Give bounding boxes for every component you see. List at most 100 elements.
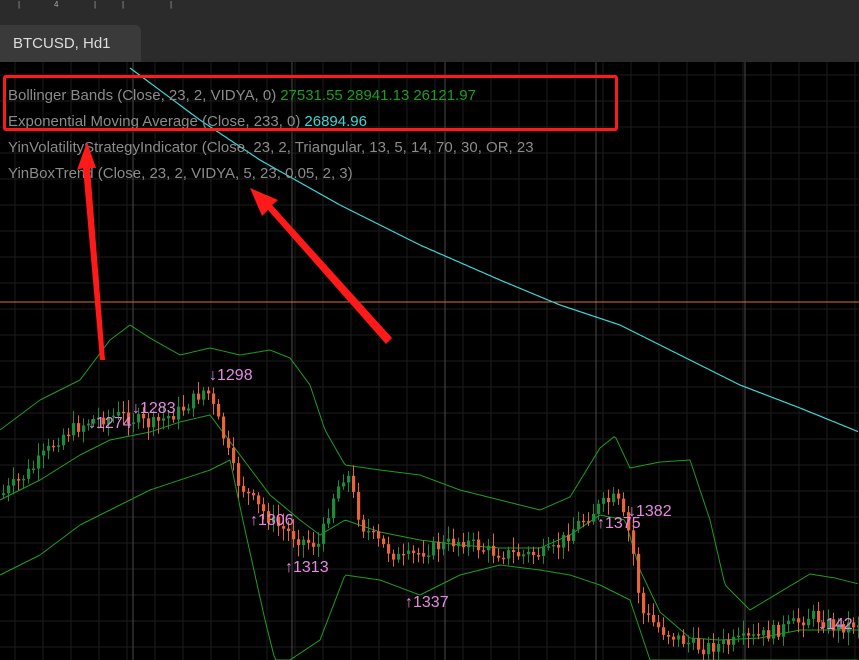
candle-bear bbox=[67, 434, 71, 437]
candle-bull bbox=[577, 520, 581, 530]
candle-bull bbox=[707, 643, 711, 655]
candle-bull bbox=[507, 550, 511, 559]
candle-bull bbox=[27, 468, 31, 479]
candle-bear bbox=[292, 531, 296, 540]
candle-bear bbox=[402, 553, 406, 556]
candle-bear bbox=[377, 531, 381, 539]
candle-bull bbox=[472, 539, 476, 542]
candle-bear bbox=[567, 534, 571, 541]
signal-label-down: ↓1283 bbox=[132, 400, 176, 417]
candle-bear bbox=[667, 634, 671, 637]
candle-bear bbox=[312, 542, 316, 547]
candle-bear bbox=[727, 639, 731, 645]
candle-bear bbox=[77, 423, 81, 432]
candle-bear bbox=[52, 445, 56, 448]
candle-bear bbox=[352, 475, 356, 492]
candle-bear bbox=[157, 417, 161, 421]
candle-bull bbox=[7, 485, 11, 494]
candle-bear bbox=[207, 390, 211, 394]
candle-bear bbox=[462, 541, 466, 548]
candle-bear bbox=[382, 538, 386, 545]
candle-bull bbox=[432, 541, 436, 556]
candle-bull bbox=[332, 498, 336, 519]
candle-bear bbox=[227, 438, 231, 448]
candle-bull bbox=[42, 450, 46, 456]
candle-bear bbox=[802, 622, 806, 626]
candle-bear bbox=[537, 555, 541, 557]
candle-bull bbox=[487, 545, 491, 551]
candle-bull bbox=[192, 393, 196, 409]
candle-bull bbox=[752, 634, 756, 636]
signal-label-up: ↑1313 bbox=[285, 559, 329, 576]
legend-yinbox-label: YinBoxTrend (Close, 23, 2, VIDYA, 5, 23,… bbox=[8, 165, 353, 182]
candle-bull bbox=[152, 417, 156, 428]
candle-bull bbox=[367, 530, 371, 533]
candle-bear bbox=[662, 627, 666, 635]
candle-bear bbox=[232, 447, 236, 464]
signal-label-up: ↑1337 bbox=[405, 594, 449, 611]
candle-bull bbox=[602, 497, 606, 504]
ruler-tick-label: 4 bbox=[54, 0, 59, 9]
candle-bull bbox=[442, 541, 446, 550]
candle-bull bbox=[62, 434, 66, 446]
candle-bear bbox=[17, 479, 21, 481]
candle-bull bbox=[407, 550, 411, 554]
candle-bear bbox=[482, 550, 486, 552]
candle-bull bbox=[37, 455, 41, 469]
candle-bull bbox=[132, 422, 136, 424]
candle-bear bbox=[657, 622, 661, 628]
candle-bull bbox=[427, 555, 431, 557]
candle-bear bbox=[652, 614, 656, 623]
candle-bear bbox=[607, 497, 611, 503]
candle-bull bbox=[187, 408, 191, 411]
candle-bear bbox=[582, 520, 586, 523]
candle-bear bbox=[617, 493, 621, 499]
candle-bear bbox=[242, 485, 246, 492]
candle-bear bbox=[357, 491, 361, 520]
candle-bull bbox=[302, 539, 306, 546]
candle-bear bbox=[502, 557, 506, 560]
candle-bear bbox=[417, 553, 421, 555]
candle-bull bbox=[552, 544, 556, 547]
candle-bull bbox=[572, 529, 576, 541]
legend-yinvolatility[interactable]: YinVolatilityStrategyIndicator (Close, 2… bbox=[8, 139, 588, 156]
candle-bull bbox=[742, 633, 746, 636]
candle-bear bbox=[252, 493, 256, 496]
candle-bear bbox=[532, 551, 536, 556]
candle-bear bbox=[197, 393, 201, 400]
candle-bear bbox=[222, 416, 226, 439]
candle-bull bbox=[787, 620, 791, 625]
signal-label-up: ↑1306 bbox=[250, 512, 294, 529]
candle-bull bbox=[692, 638, 696, 643]
candle-bear bbox=[497, 555, 501, 558]
candle-bull bbox=[47, 445, 51, 451]
candle-bear bbox=[777, 624, 781, 637]
candle-bear bbox=[257, 495, 261, 505]
highlight-box bbox=[3, 75, 618, 131]
candle-bull bbox=[2, 493, 6, 495]
candle-bull bbox=[717, 643, 721, 652]
candle-bear bbox=[182, 406, 186, 411]
candle-bull bbox=[12, 479, 16, 486]
candle-bear bbox=[587, 521, 591, 523]
candle-bull bbox=[467, 540, 471, 548]
candle-bear bbox=[517, 552, 521, 557]
legend-yinboxtrend[interactable]: YinBoxTrend (Close, 23, 2, VIDYA, 5, 23,… bbox=[8, 165, 353, 182]
candle-bear bbox=[647, 613, 651, 615]
candle-bear bbox=[557, 544, 561, 548]
signal-label-down: ↓142 bbox=[818, 616, 853, 633]
candle-bull bbox=[342, 482, 346, 487]
candle-bear bbox=[697, 638, 701, 650]
candle-bull bbox=[677, 635, 681, 640]
candle-bear bbox=[797, 618, 801, 623]
candle-bear bbox=[702, 649, 706, 655]
candle-bear bbox=[237, 463, 241, 486]
candle-bull bbox=[612, 493, 616, 503]
candle-bear bbox=[642, 592, 646, 614]
candle-bull bbox=[327, 518, 331, 524]
signal-label-down: ↓1274 bbox=[88, 415, 132, 432]
candle-bull bbox=[737, 635, 741, 638]
candle-bear bbox=[767, 630, 771, 639]
bollinger-upper-band bbox=[0, 324, 859, 611]
tab-btcusd-hd1[interactable]: BTCUSD, Hd1 bbox=[0, 25, 141, 62]
